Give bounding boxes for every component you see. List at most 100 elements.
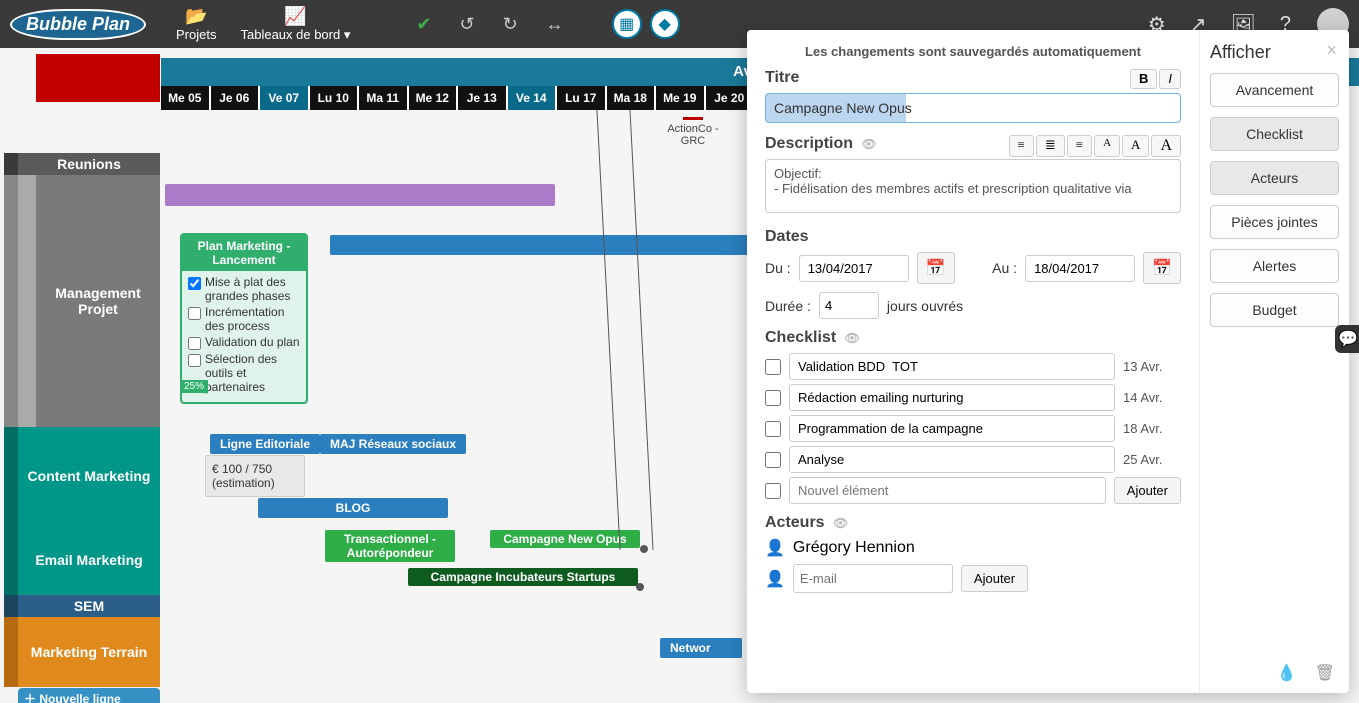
checklist-row: 25 Avr.: [765, 446, 1181, 473]
date-cell[interactable]: Ma 18: [607, 86, 657, 110]
check-icon[interactable]: ✔: [416, 14, 431, 35]
task-ligne-editoriale[interactable]: Ligne Editoriale: [210, 434, 320, 454]
checklist-add-button[interactable]: Ajouter: [1114, 477, 1181, 504]
date-cell[interactable]: Je 06: [211, 86, 261, 110]
actor-email-input[interactable]: [793, 564, 953, 593]
task-card-plan-marketing[interactable]: Plan Marketing -Lancement Mise à plat de…: [180, 233, 308, 404]
nav-projects[interactable]: 📂 Projets: [176, 6, 216, 42]
date-cell[interactable]: Je 13: [458, 86, 508, 110]
description-input[interactable]: Objectif: - Fidélisation des membres act…: [765, 159, 1181, 213]
nav-dashboards[interactable]: 📈 Tableaux de bord ▾: [240, 6, 350, 43]
date-cell[interactable]: Me 05: [161, 86, 211, 110]
title-input[interactable]: [765, 93, 1181, 123]
row-handle[interactable]: [4, 617, 18, 687]
checklist-label: Checklist 👁: [765, 329, 1181, 347]
task-purple-bar[interactable]: [165, 184, 555, 206]
calendar-from-button[interactable]: 📅: [917, 252, 955, 284]
panel-sidebar: Afficher Avancement Checklist Acteurs Pi…: [1199, 30, 1349, 693]
font-small-button[interactable]: A: [1094, 135, 1120, 157]
task-blog[interactable]: BLOG: [258, 498, 448, 518]
sidebar-title: Afficher: [1210, 42, 1339, 63]
date-cell[interactable]: Ma 11: [359, 86, 409, 110]
row-handle[interactable]: [4, 427, 18, 525]
checklist-checkbox[interactable]: [765, 452, 781, 468]
row-management[interactable]: Management Projet: [36, 175, 160, 427]
card-check-1[interactable]: [188, 277, 201, 290]
card-check-3[interactable]: [188, 337, 201, 350]
date-cell[interactable]: Ve 07: [260, 86, 310, 110]
redo-icon[interactable]: ↻: [503, 14, 518, 35]
row-handle[interactable]: [4, 153, 18, 175]
date-from-label: Du :: [765, 260, 791, 276]
checklist-text[interactable]: [789, 353, 1115, 380]
row-handle[interactable]: [4, 595, 18, 617]
checklist-checkbox[interactable]: [765, 390, 781, 406]
checklist-checkbox[interactable]: [765, 421, 781, 437]
row-subhandle[interactable]: [18, 175, 36, 427]
view-diamond-toggle[interactable]: ◆: [650, 9, 680, 39]
side-btn-acteurs[interactable]: Acteurs: [1210, 161, 1339, 195]
side-btn-budget[interactable]: Budget: [1210, 293, 1339, 327]
card-check-2[interactable]: [188, 307, 201, 320]
checklist-new-input[interactable]: [789, 477, 1106, 504]
checklist-new-checkbox[interactable]: [765, 483, 781, 499]
eye-slash-icon[interactable]: 👁: [845, 331, 860, 345]
side-btn-pieces-jointes[interactable]: Pièces jointes: [1210, 205, 1339, 239]
font-large-button[interactable]: A: [1151, 135, 1181, 157]
bold-button[interactable]: B: [1130, 69, 1157, 89]
checklist-checkbox[interactable]: [765, 359, 781, 375]
eye-slash-icon[interactable]: 👁: [833, 516, 848, 530]
chart-icon: 📈: [284, 6, 306, 27]
row-sem[interactable]: SEM: [18, 595, 160, 617]
row-handle[interactable]: [4, 525, 18, 595]
row-handle[interactable]: [4, 175, 18, 427]
task-maj-reseaux[interactable]: MAJ Réseaux sociaux: [320, 434, 466, 454]
trash-icon[interactable]: 🗑: [1315, 663, 1335, 683]
date-cell[interactable]: Me 19: [656, 86, 706, 110]
milestone-actionco[interactable]: ▬▬ ActionCo - GRC: [658, 112, 728, 147]
task-campagne-opus[interactable]: Campagne New Opus: [490, 530, 640, 548]
eye-slash-icon[interactable]: 👁: [861, 137, 876, 151]
close-icon[interactable]: ×: [1326, 40, 1337, 61]
undo-icon[interactable]: ↺: [459, 14, 474, 35]
align-center-button[interactable]: ≣: [1036, 135, 1065, 157]
checklist-text[interactable]: [789, 446, 1115, 473]
task-network[interactable]: Networ: [660, 638, 742, 658]
row-email[interactable]: Email Marketing: [18, 525, 160, 595]
row-reunions[interactable]: Reunions: [18, 153, 160, 175]
row-content[interactable]: Content Marketing: [18, 427, 160, 525]
duration-label: Durée :: [765, 298, 811, 314]
side-btn-alertes[interactable]: Alertes: [1210, 249, 1339, 283]
diamond-icon: ◆: [659, 14, 671, 34]
checklist-text[interactable]: [789, 384, 1115, 411]
add-row-button[interactable]: ＋ Nouvelle ligne: [18, 688, 160, 703]
task-incubateurs[interactable]: Campagne Incubateurs Startups: [408, 568, 638, 586]
feedback-tab[interactable]: 💬: [1335, 325, 1359, 353]
date-from-input[interactable]: [799, 255, 909, 282]
row-terrain[interactable]: Marketing Terrain: [18, 617, 160, 687]
duration-unit: jours ouvrés: [887, 298, 963, 314]
actor-add-button[interactable]: Ajouter: [961, 565, 1028, 592]
view-calendar-toggle[interactable]: ▦: [612, 9, 642, 39]
droplet-icon[interactable]: 💧: [1277, 663, 1297, 683]
checklist-text[interactable]: [789, 415, 1115, 442]
align-left-button[interactable]: ≡: [1009, 135, 1034, 157]
brand-logo[interactable]: Bubble Plan: [10, 9, 146, 40]
date-cell[interactable]: Ve 14: [508, 86, 558, 110]
date-cell[interactable]: Me 12: [409, 86, 459, 110]
font-medium-button[interactable]: A: [1122, 135, 1149, 157]
dates-label: Dates: [765, 228, 1181, 246]
task-transactionnel[interactable]: Transactionnel -Autorépondeur: [325, 530, 455, 562]
align-right-button[interactable]: ≡: [1067, 135, 1092, 157]
card-progress: 25%: [180, 380, 208, 393]
date-cell[interactable]: Lu 10: [310, 86, 360, 110]
fit-icon[interactable]: ↔: [546, 14, 564, 35]
date-to-input[interactable]: [1025, 255, 1135, 282]
side-btn-avancement[interactable]: Avancement: [1210, 73, 1339, 107]
side-btn-checklist[interactable]: Checklist: [1210, 117, 1339, 151]
italic-button[interactable]: I: [1159, 69, 1181, 89]
duration-input[interactable]: [819, 292, 879, 319]
date-cell[interactable]: Lu 17: [557, 86, 607, 110]
calendar-to-button[interactable]: 📅: [1143, 252, 1181, 284]
card-check-4[interactable]: [188, 354, 201, 367]
